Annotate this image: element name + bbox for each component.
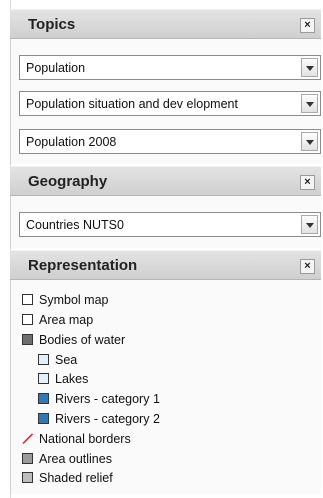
geography-select-value: Countries NUTS0 [26, 218, 124, 232]
topics-close-button[interactable]: × [300, 18, 315, 33]
subtopic-select[interactable]: Population situation and dev elopment [19, 91, 321, 116]
dataset-select[interactable]: Population 2008 [19, 129, 321, 154]
light-blue-square-icon [38, 373, 49, 384]
chevron-down-icon[interactable] [301, 94, 318, 113]
topics-panel-title: Topics [28, 16, 76, 33]
legend-item-label: Symbol map [39, 293, 109, 307]
empty-square-icon [22, 294, 33, 305]
gray-square-icon [22, 453, 33, 464]
empty-square-icon [22, 314, 33, 325]
gray-square-icon [22, 334, 33, 345]
chevron-down-icon[interactable] [301, 132, 318, 151]
chevron-down-icon[interactable] [301, 215, 318, 234]
red-slash-icon [22, 433, 34, 445]
blue-square-icon [38, 413, 49, 424]
chevron-down-icon[interactable] [301, 58, 318, 77]
topic-select[interactable]: Population [19, 55, 321, 80]
representation-panel-header: Representation × [10, 250, 321, 280]
geography-panel-header: Geography × [10, 166, 321, 196]
legend-item-label: Lakes [55, 372, 89, 386]
light-blue-square-icon [38, 354, 49, 365]
subtopic-select-value: Population situation and dev elopment [26, 97, 238, 111]
legend-item-label: Area outlines [39, 452, 112, 466]
legend-item-label: Area map [39, 313, 94, 327]
legend-item-label: Rivers - category 2 [55, 412, 160, 426]
legend-item-label: National borders [39, 432, 131, 446]
representation-panel-title: Representation [28, 257, 138, 274]
representation-close-button[interactable]: × [300, 259, 315, 274]
topics-panel-header: Topics × [10, 9, 321, 39]
legend-item-label: Rivers - category 1 [55, 392, 160, 406]
legend-item-label: Shaded relief [39, 471, 113, 485]
geography-close-button[interactable]: × [300, 175, 315, 190]
topic-select-value: Population [26, 61, 86, 75]
blue-square-icon [38, 393, 49, 404]
gray-square-icon [22, 472, 33, 483]
dataset-select-value: Population 2008 [26, 135, 117, 149]
geography-select[interactable]: Countries NUTS0 [19, 212, 321, 237]
legend-item-label: Sea [55, 353, 78, 367]
legend-item-label: Bodies of water [39, 333, 126, 347]
geography-panel-title: Geography [28, 173, 108, 190]
